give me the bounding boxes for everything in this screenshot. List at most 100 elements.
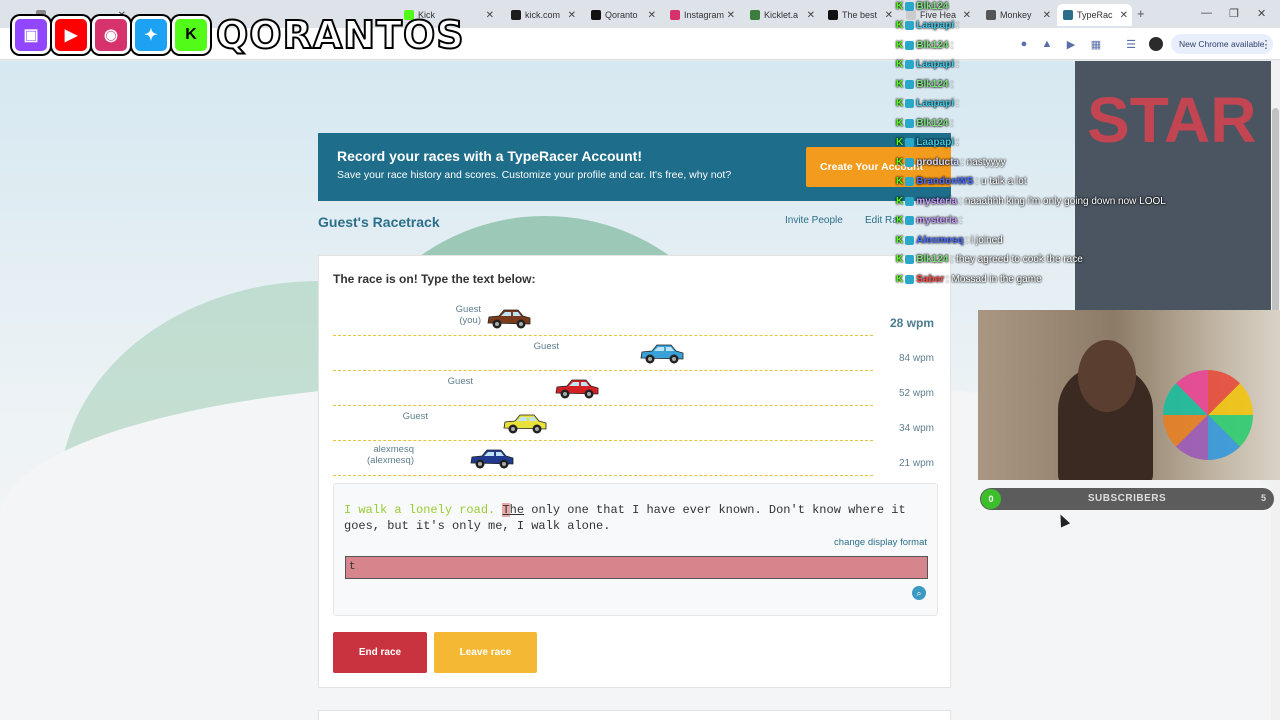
chat-badge-icon <box>905 60 915 69</box>
kick-badge-icon: K <box>896 254 904 265</box>
chat-text: : <box>956 98 959 109</box>
chat-username: Blk124 <box>916 0 949 12</box>
chat-username: mysteria <box>916 195 958 207</box>
chat-message: K Blk124 <box>896 0 950 14</box>
chat-username: Saber <box>916 273 945 285</box>
chat-username: Blk124 <box>916 78 949 90</box>
twitter-icon: ✦ <box>132 16 170 54</box>
edit-racetrack-link[interactable]: Edit Ra <box>865 215 898 226</box>
chat-badge-icon <box>905 274 915 284</box>
browser-tab[interactable]: Qoranto ✕ <box>585 4 660 26</box>
chat-text: : u talk a lot <box>975 176 1027 187</box>
race-lane: Guest <box>333 371 873 406</box>
chat-message: K Blk124: <box>896 37 953 53</box>
kick-badge-icon: K <box>896 39 904 51</box>
chat-badge-icon <box>905 1 915 11</box>
kick-badge-icon: K <box>896 0 904 12</box>
racer-handle: (alexmesq) <box>367 455 414 466</box>
chat-text: : naaahhh king i'm only going down now L… <box>959 195 1166 207</box>
chat-text: : i joined <box>965 234 1003 246</box>
leave-race-button[interactable]: Leave race <box>434 632 537 673</box>
invite-people-link[interactable]: Invite People <box>785 215 843 226</box>
chat-message: K BrandonWS: u talk a lot <box>896 174 1027 190</box>
chat-message: K Alexmesq: i joined <box>896 232 1003 248</box>
chat-username: Laapapi <box>916 20 955 31</box>
racer-name-line: Guest <box>447 376 473 387</box>
stream-chat: K Blk124 K Laapapi: K Blk124: K Laapapi: K Blk124… <box>894 0 1274 290</box>
kick-badge-icon: K <box>896 59 904 70</box>
tab-favicon-icon <box>750 10 760 20</box>
kick-badge-icon: K <box>896 234 904 246</box>
current-word: The <box>502 503 525 517</box>
tab-label: The best <box>842 10 878 20</box>
chat-text: : <box>956 20 959 31</box>
race-lane: Guest (you) <box>333 301 873 336</box>
race-status: The race is on! Type the text below: <box>333 272 536 286</box>
close-tab-icon[interactable]: ✕ <box>568 10 576 21</box>
racer-wpm: 84 wpm <box>898 353 934 364</box>
kick-badge-icon: K <box>896 98 904 109</box>
chat-badge-icon <box>905 79 915 89</box>
close-tab-icon[interactable]: ✕ <box>807 10 815 21</box>
typing-input[interactable]: t <box>345 556 928 579</box>
chat-message: Kproducta: nastyyyy <box>896 154 1005 170</box>
chat-message: K Saber: Mossad in the game <box>896 271 1042 287</box>
change-display-format-link[interactable]: change display format <box>834 537 927 548</box>
chat-message: K Laapapi: <box>896 96 959 112</box>
subscriber-goal-bar: 0 SUBSCRIBERS 5 <box>980 488 1274 510</box>
racer-wpm: 28 wpm <box>889 316 934 330</box>
passage-box: I walk a lonely road. The only one that … <box>333 483 938 616</box>
lower-panel <box>318 710 951 720</box>
racer-name: alexmesq (alexmesq) <box>367 444 414 466</box>
chat-badge-icon <box>905 138 915 147</box>
end-race-button[interactable]: End race <box>333 632 427 673</box>
chat-text: : <box>959 215 963 226</box>
chat-message: K Laapapi: <box>896 135 959 151</box>
chat-username: Blk124 <box>916 39 949 51</box>
typed-text: I walk a lonely road. <box>344 503 503 517</box>
tab-label: Qoranto <box>605 10 638 20</box>
chat-message: K Laapapi: <box>896 57 959 73</box>
race-passage: I walk a lonely road. The only one that … <box>344 502 934 534</box>
racer-car-icon <box>470 449 514 469</box>
race-lane: Guest <box>333 406 873 441</box>
browser-tab[interactable]: kick.com ✕ <box>505 4 580 26</box>
close-tab-icon[interactable]: ✕ <box>727 10 735 21</box>
chat-text: : <box>956 137 959 148</box>
chat-message: K Blk124: they agreed to cook the race <box>896 252 1083 268</box>
chat-badge-icon <box>905 21 915 30</box>
help-icon[interactable]: ⌕ <box>912 586 926 600</box>
streamer-head <box>1078 340 1136 412</box>
kick-badge-icon: K <box>896 156 904 168</box>
browser-tab[interactable]: Instagram ✕ <box>664 4 739 26</box>
tab-label: Instagram <box>684 10 725 20</box>
chat-badge-icon <box>905 99 915 108</box>
chat-username: Blk124 <box>916 117 949 129</box>
race-lane: Guest <box>333 336 873 371</box>
racetrack-title: Guest's Racetrack <box>318 214 440 230</box>
error-letter: T <box>502 503 510 517</box>
youtube-icon: ▶ <box>52 16 90 54</box>
kick-badge-icon: K <box>896 117 904 129</box>
race-lane: alexmesq (alexmesq) <box>333 441 873 476</box>
chat-text: : <box>950 39 954 51</box>
twitch-icon: ▣ <box>12 16 50 54</box>
browser-tab[interactable]: Kicklet.a ✕ <box>744 4 819 26</box>
banner-subtitle: Save your race history and scores. Custo… <box>337 169 732 181</box>
chat-badge-icon <box>905 196 915 206</box>
close-tab-icon[interactable]: ✕ <box>648 10 656 21</box>
chat-message: K Blk124: <box>896 76 953 92</box>
chat-text: : they agreed to cook the race <box>950 254 1083 265</box>
chat-username: Laapapi <box>916 98 955 109</box>
chat-text: : Mossad in the game <box>946 273 1042 285</box>
close-tab-icon[interactable]: ✕ <box>885 10 893 21</box>
tab-favicon-icon <box>828 10 838 20</box>
racer-handle: (you) <box>459 315 481 326</box>
chat-badge-icon <box>905 157 915 167</box>
chat-badge-icon <box>905 235 915 245</box>
tab-favicon-icon <box>511 10 521 20</box>
browser-tab[interactable]: The best ✕ <box>822 4 897 26</box>
close-tab-icon[interactable]: ✕ <box>486 10 494 21</box>
racer-name: Guest <box>534 341 559 352</box>
kick-badge-icon: K <box>896 20 904 31</box>
